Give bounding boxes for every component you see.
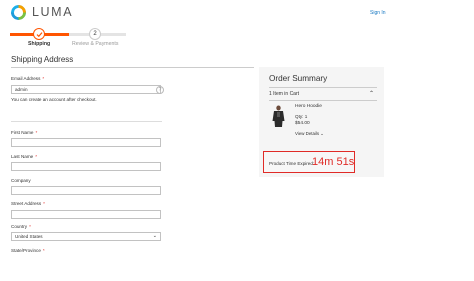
required-marker: * bbox=[29, 224, 31, 229]
order-summary-title: Order Summary bbox=[269, 74, 328, 83]
timer-label: Product Time Expired: bbox=[269, 161, 315, 166]
chevron-down-icon: ⌄ bbox=[320, 131, 324, 136]
email-field[interactable] bbox=[11, 85, 161, 94]
email-note: You can create an account after checkout… bbox=[11, 97, 97, 102]
page-title: Shipping Address bbox=[11, 55, 74, 64]
step-label-shipping[interactable]: Shipping bbox=[28, 41, 50, 47]
street-address-label-text: Street Address bbox=[11, 201, 42, 206]
chevron-up-icon[interactable]: ⌃ bbox=[369, 90, 374, 97]
state-label-text: State/Province bbox=[11, 248, 41, 253]
required-marker: * bbox=[42, 248, 45, 253]
step-2-number: 2 bbox=[89, 28, 101, 40]
timer-value: 14m 51s bbox=[312, 156, 355, 168]
brand-name: LUMA bbox=[32, 5, 74, 19]
product-name: Hero Hoodie bbox=[295, 104, 322, 109]
required-marker: * bbox=[43, 201, 45, 206]
title-divider bbox=[11, 67, 254, 68]
view-details-toggle[interactable]: View Details⌄ bbox=[295, 131, 324, 137]
first-name-label-text: First Name bbox=[11, 130, 34, 135]
step-label-review-payments: Review & Payments bbox=[72, 41, 119, 47]
street-address-field[interactable] bbox=[11, 210, 161, 219]
cart-item-count[interactable]: 1 Item in Cart bbox=[269, 91, 299, 97]
sign-in-link[interactable]: Sign In bbox=[370, 10, 386, 16]
country-label-text: Country bbox=[11, 224, 28, 229]
product-quantity: Qty: 1 bbox=[295, 114, 308, 119]
luma-logo-icon bbox=[11, 4, 26, 20]
form-divider bbox=[11, 121, 162, 122]
email-label: Email Address * bbox=[11, 76, 44, 81]
last-name-field[interactable] bbox=[11, 162, 161, 171]
view-details-label: View Details bbox=[295, 131, 320, 136]
help-icon[interactable]: ? bbox=[156, 86, 164, 94]
company-label: Company bbox=[11, 178, 31, 183]
email-label-text: Email Address bbox=[11, 76, 41, 81]
street-address-label: Street Address * bbox=[11, 201, 45, 206]
product-expiry-timer: Product Time Expired: 14m 51s bbox=[263, 151, 355, 173]
product-thumbnail bbox=[271, 105, 286, 128]
required-marker: * bbox=[42, 76, 45, 81]
check-icon bbox=[33, 28, 45, 40]
required-marker: * bbox=[35, 154, 38, 159]
country-selected-value: United States bbox=[15, 234, 43, 239]
first-name-field[interactable] bbox=[11, 138, 161, 147]
last-name-label: Last Name * bbox=[11, 154, 37, 159]
country-label: Country * bbox=[11, 224, 31, 229]
first-name-label: First Name * bbox=[11, 130, 37, 135]
luma-logo[interactable]: LUMA bbox=[11, 4, 73, 20]
company-field[interactable] bbox=[11, 186, 161, 195]
state-label: State/Province * bbox=[11, 248, 45, 253]
last-name-label-text: Last Name bbox=[11, 154, 34, 159]
chevron-down-icon: ⌄ bbox=[152, 233, 157, 239]
summary-divider bbox=[269, 87, 377, 88]
required-marker: * bbox=[35, 130, 38, 135]
country-select[interactable]: United States ⌄ bbox=[11, 232, 161, 241]
product-price: $54.00 bbox=[295, 121, 310, 126]
cart-divider bbox=[269, 100, 377, 101]
